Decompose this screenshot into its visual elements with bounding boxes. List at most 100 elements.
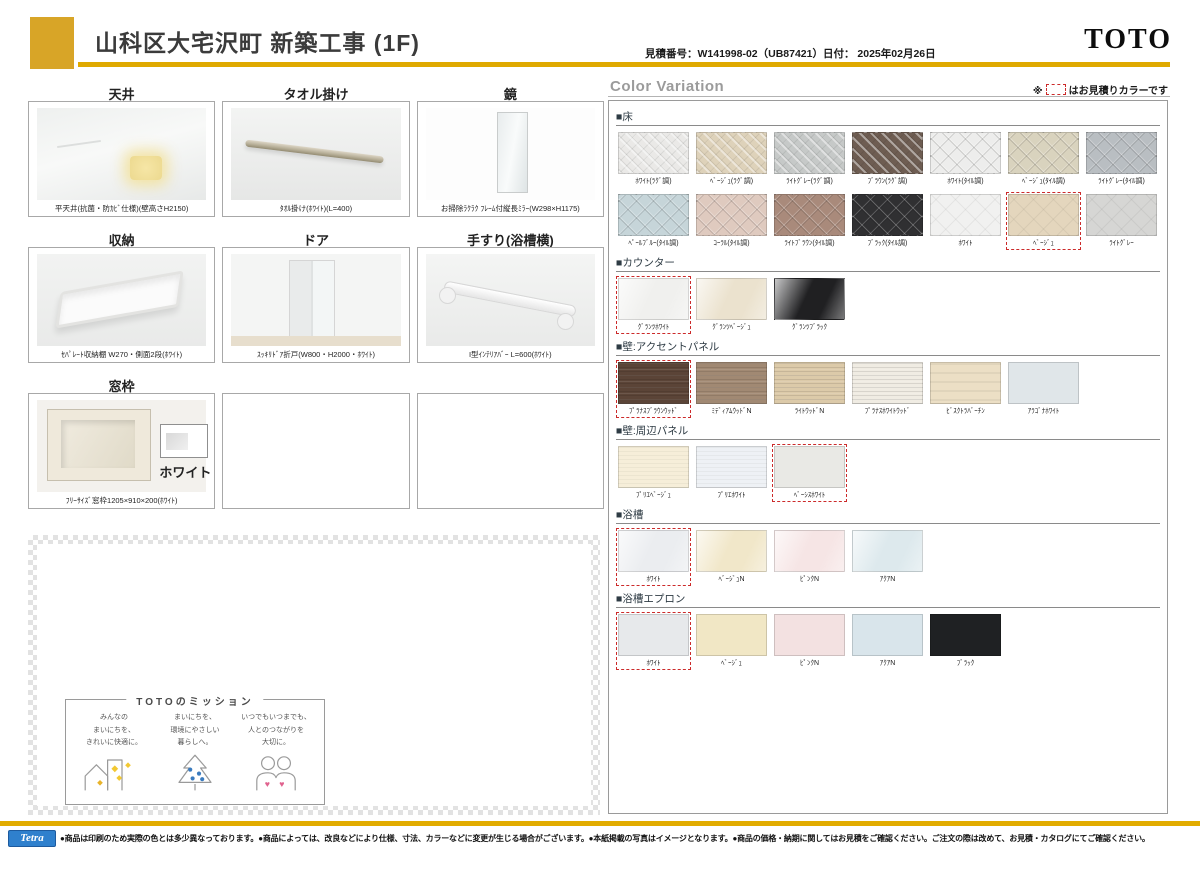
product-photo-box: お掃除ﾗｸﾗｸ ﾌﾚｰﾑ付縦長ﾐﾗｰ(W298×H1175) xyxy=(416,101,604,217)
swatch-row: ﾎﾜｲﾄ ﾍﾞｰｼﾞｭN ﾋﾟﾝｸN ｱｸｱN xyxy=(616,528,1160,586)
color-swatch: ﾗｲﾄﾌﾞﾗｳﾝ(ﾀｲﾙ調) xyxy=(772,192,847,250)
swatch-chip xyxy=(1008,194,1079,236)
product-cell: 手すり(浴槽横) I型ｲﾝﾃﾘｱﾊﾞｰ L=600(ﾎﾜｲﾄ) xyxy=(416,230,604,363)
swatch-label: ﾎﾜｲﾄ(ﾀｲﾙ調) xyxy=(947,178,984,185)
color-swatch: ﾋﾟﾝｸN xyxy=(772,612,847,670)
color-swatch: ﾍﾞｰｼﾞｭ xyxy=(694,612,769,670)
swatch-label: ｱｸｱN xyxy=(879,660,896,667)
swatch-chip xyxy=(852,132,923,174)
footer-rule xyxy=(0,821,1200,826)
color-swatch: ｸﾞﾗﾝﾂﾌﾞﾗｯｸ xyxy=(772,276,847,334)
swatch-label: ﾐﾃﾞｨｱﾑｳｯﾄﾞN xyxy=(711,408,752,415)
product-title: タオル掛け xyxy=(283,87,349,102)
product-title xyxy=(417,376,604,393)
color-swatch: ﾎﾜｲﾄ xyxy=(928,192,1003,250)
swatch-chip xyxy=(696,132,767,174)
swatch-label: ｸﾞﾗﾝﾂﾎﾜｲﾄ xyxy=(637,324,670,331)
swatch-chip xyxy=(696,614,767,656)
swatch-chip xyxy=(618,614,689,656)
towel-photo xyxy=(231,108,401,200)
pattern-inner: TOTOのミッション みんなの まいにちを、 きれいに快適に。 まいにちを、 環… xyxy=(37,544,591,806)
quote-number: 見積番号：W141998-02（UB87421）日付： 2025年02月26日 xyxy=(645,48,936,60)
product-cell: ドア ｽｯｷﾘﾄﾞｱ折戸(W800・H2000・ﾎﾜｲﾄ) xyxy=(222,230,410,363)
section-label: ■床 xyxy=(616,109,1160,126)
swatch-label: ﾎﾜｲﾄ xyxy=(958,240,973,247)
swatch-label: ﾍﾞｰｼﾞｭ xyxy=(1033,240,1054,247)
color-swatch: ﾍﾞｰｼﾞｭ(ﾀｲﾙ調) xyxy=(1006,130,1081,188)
swatch-chip xyxy=(696,362,767,404)
color-variation-panel: ■床 ﾎﾜｲﾄ(ﾗｸﾞ調) ﾍﾞｰｼﾞｭ(ﾗｸﾞ調) ﾗｲﾄｸﾞﾚｰ(ﾗｸﾞ調) ﾌﾞﾗ… xyxy=(608,100,1168,814)
product-photo-box: ｽｯｷﾘﾄﾞｱ折戸(W800・H2000・ﾎﾜｲﾄ) xyxy=(222,247,410,363)
swatch-chip xyxy=(852,614,923,656)
mission-box: TOTOのミッション みんなの まいにちを、 きれいに快適に。 まいにちを、 環… xyxy=(65,693,325,805)
product-title: ドア xyxy=(302,233,329,248)
color-swatch: ｱﾗｺﾞﾅﾎﾜｲﾄ xyxy=(1006,360,1081,418)
swatch-chip xyxy=(930,194,1001,236)
color-swatch: ﾌﾞﾗｯｸ xyxy=(928,612,1003,670)
quote-sheet: 山科区大宅沢町 新築工事 (1F) 見積番号：W141998-02（UB8742… xyxy=(0,0,1200,881)
swatch-chip xyxy=(930,132,1001,174)
mission-text: みんなの まいにちを、 きれいに快適に。 xyxy=(86,714,142,747)
swatch-label: ﾗｲﾄｸﾞﾚｰ xyxy=(1109,240,1134,247)
swatch-chip xyxy=(696,278,767,320)
section-label: ■壁:アクセントパネル xyxy=(616,339,1160,356)
product-caption: お掃除ﾗｸﾗｸ ﾌﾚｰﾑ付縦長ﾐﾗｰ(W298×H1175) xyxy=(440,204,580,213)
color-swatch: ﾋﾟﾝｸN xyxy=(772,528,847,586)
swatch-label: ﾍﾞｰｼｽﾎﾜｲﾄ xyxy=(793,492,826,499)
swatch-row: ﾎﾜｲﾄ(ﾗｸﾞ調) ﾍﾞｰｼﾞｭ(ﾗｸﾞ調) ﾗｲﾄｸﾞﾚｰ(ﾗｸﾞ調) ﾌﾞﾗｳﾝ… xyxy=(616,130,1160,188)
product-cell: タオル掛け ﾀｵﾙ掛け(ﾎﾜｲﾄ)(L=400) xyxy=(222,84,410,217)
color-swatch: ﾌﾟﾗﾅｽﾌﾞﾗｳﾝｳｯﾄﾞ xyxy=(616,360,691,418)
product-caption: ｽｯｷﾘﾄﾞｱ折戸(W800・H2000・ﾎﾜｲﾄ) xyxy=(257,350,375,359)
checker-pattern-area: TOTOのミッション みんなの まいにちを、 きれいに快適に。 まいにちを、 環… xyxy=(28,535,600,815)
product-photo-box: I型ｲﾝﾃﾘｱﾊﾞｰ L=600(ﾎﾜｲﾄ) xyxy=(416,247,604,363)
dashed-box-icon xyxy=(1045,84,1066,95)
swatch-chip xyxy=(696,446,767,488)
color-swatch: ﾍﾞｰｼｽﾎﾜｲﾄ xyxy=(772,444,847,502)
swatch-chip xyxy=(696,194,767,236)
color-swatch: ﾌﾞﾗｳﾝ(ﾗｸﾞ調) xyxy=(850,130,925,188)
shelf-photo xyxy=(37,254,207,346)
product-cell: 鏡お掃除ﾗｸﾗｸ ﾌﾚｰﾑ付縦長ﾐﾗｰ(W298×H1175) xyxy=(416,84,604,217)
color-swatch: ﾎﾜｲﾄ xyxy=(616,612,691,670)
color-swatch: ﾍﾞｰｼﾞｭN xyxy=(694,528,769,586)
color-variation-heading: Color Variation xyxy=(610,78,725,95)
color-swatch: ﾌﾟﾘｴﾎﾜｲﾄ xyxy=(694,444,769,502)
section-label: ■壁:周辺パネル xyxy=(616,423,1160,440)
tree-drops-icon xyxy=(178,754,212,791)
house-sparkle-icon xyxy=(84,759,131,791)
mirror-photo xyxy=(425,108,595,200)
color-swatch: ﾗｲﾄｸﾞﾚｰ(ﾀｲﾙ調) xyxy=(1084,130,1159,188)
swatch-chip xyxy=(774,132,845,174)
color-swatch: ﾗｲﾄｸﾞﾚｰ(ﾗｸﾞ調) xyxy=(772,130,847,188)
swatch-chip xyxy=(774,278,845,320)
product-photo-box: ﾀｵﾙ掛け(ﾎﾜｲﾄ)(L=400) xyxy=(222,101,410,217)
swatch-label: ﾌﾞﾗｯｸ xyxy=(956,660,975,667)
swatch-chip xyxy=(618,194,689,236)
swatch-label: ﾎﾜｲﾄ xyxy=(646,660,661,667)
swatch-chip xyxy=(774,362,845,404)
swatch-row: ﾎﾜｲﾄ ﾍﾞｰｼﾞｭ ﾋﾟﾝｸN ｱｸｱN ﾌﾞﾗｯｸ xyxy=(616,612,1160,670)
color-swatch: ｱｸｱN xyxy=(850,528,925,586)
product-cell: 収納 ｾﾊﾟﾚｰﾄ収納棚 W270・側面2段(ﾎﾜｲﾄ) xyxy=(28,230,216,363)
swatch-chip xyxy=(930,362,1001,404)
product-caption: ﾌﾘｰｻｲｽﾞ窓枠1205×910×200(ﾎﾜｲﾄ) xyxy=(65,496,178,505)
color-swatch: ﾐﾃﾞｨｱﾑｳｯﾄﾞN xyxy=(694,360,769,418)
mission-columns: みんなの まいにちを、 きれいに快適に。 まいにちを、 環境にやさしい 暮らしへ… xyxy=(66,700,324,797)
swatch-chip xyxy=(774,446,845,488)
window-frame-color-label: ホワイト xyxy=(159,465,212,480)
swatch-label: ﾌﾟﾘｴﾍﾞｰｼﾞｭ xyxy=(636,492,671,499)
window-frame-swatch xyxy=(160,424,209,458)
toto-logo: TOTO xyxy=(1084,24,1172,55)
product-caption: ｾﾊﾟﾚｰﾄ収納棚 W270・側面2段(ﾎﾜｲﾄ) xyxy=(61,350,183,359)
product-photo-box: 平天井(抗菌・防ｶﾋﾞ仕様)(壁高さH2150) xyxy=(28,101,216,217)
swatch-label: ﾋﾟﾝｸN xyxy=(799,660,820,667)
color-swatch: ﾍﾟｰﾙﾌﾞﾙｰ(ﾀｲﾙ調) xyxy=(616,192,691,250)
color-swatch: ﾎﾜｲﾄ xyxy=(616,528,691,586)
mission-text: いつでもいつまでも、 人とのつながりを 大切に。 xyxy=(241,714,311,747)
swatch-chip xyxy=(618,446,689,488)
swatch-row: ﾌﾟﾘｴﾍﾞｰｼﾞｭ ﾌﾟﾘｴﾎﾜｲﾄ ﾍﾞｰｼｽﾎﾜｲﾄ xyxy=(616,444,1160,502)
swatch-row: ﾍﾟｰﾙﾌﾞﾙｰ(ﾀｲﾙ調) ｺｰﾗﾙ(ﾀｲﾙ調) ﾗｲﾄﾌﾞﾗｳﾝ(ﾀｲﾙ調) ﾌﾞ… xyxy=(616,192,1160,250)
swatch-label: ｱｸｱN xyxy=(879,576,896,583)
swatch-label: ﾍﾟｰﾙﾌﾞﾙｰ(ﾀｲﾙ調) xyxy=(628,240,679,247)
swatch-label: ﾗｲﾄｸﾞﾚｰ(ﾀｲﾙ調) xyxy=(1098,178,1145,185)
